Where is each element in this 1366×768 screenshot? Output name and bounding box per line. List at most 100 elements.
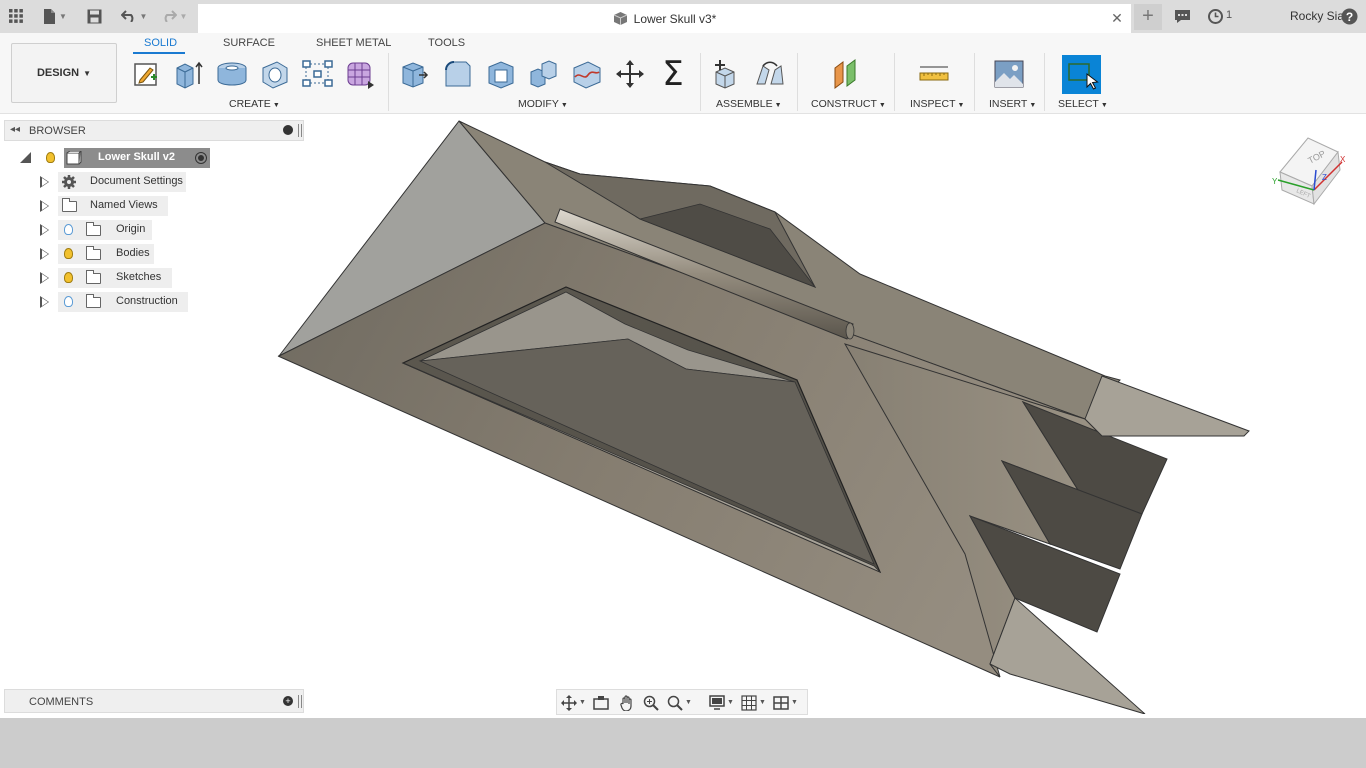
model-tip-upper[interactable]	[1084, 375, 1250, 437]
close-tab-icon[interactable]: ✕	[1109, 10, 1125, 26]
3d-model-viewport[interactable]	[0, 114, 1366, 714]
replace-face-button[interactable]	[569, 55, 605, 93]
browser-item-bodies[interactable]: Bodies	[38, 244, 198, 264]
save-button[interactable]	[85, 5, 103, 27]
view-cube[interactable]: TOP LEFT X Y Z	[1270, 132, 1346, 208]
form-button[interactable]	[343, 55, 379, 93]
tab-tools[interactable]: TOOLS	[428, 37, 465, 49]
measure-button[interactable]	[916, 55, 952, 93]
fit-button[interactable]: ▼	[667, 694, 692, 711]
new-tab-button[interactable]: +	[1134, 4, 1162, 30]
tree-collapsed-icon[interactable]	[40, 176, 49, 188]
comments-panel: COMMENTS +	[4, 689, 304, 713]
look-at-button[interactable]	[593, 694, 609, 711]
orbit-button[interactable]: ▼	[561, 694, 586, 711]
shell-button[interactable]	[483, 55, 519, 93]
zoom-button[interactable]	[643, 694, 659, 711]
chevron-down-icon: ▼	[83, 68, 92, 78]
workspace-switcher[interactable]: DESIGN ▼	[11, 43, 117, 103]
ribbon-divider	[894, 53, 895, 111]
tab-sheet-metal[interactable]: SHEET METAL	[316, 37, 391, 49]
tree-collapsed-icon[interactable]	[40, 272, 49, 284]
app-grid-icon[interactable]	[6, 5, 26, 27]
panel-resize-handle[interactable]	[298, 695, 302, 708]
insert-menu[interactable]: INSERT ▼	[989, 98, 1036, 110]
inspect-menu[interactable]: INSPECT ▼	[910, 98, 964, 110]
image-canvas-icon	[994, 60, 1024, 88]
undo-button[interactable]: ▼	[118, 5, 150, 27]
job-status-button[interactable]	[1206, 5, 1224, 27]
shell-icon	[488, 61, 514, 89]
tree-collapsed-icon[interactable]	[40, 248, 49, 260]
visibility-bulb-icon[interactable]	[64, 248, 73, 259]
visibility-bulb-icon[interactable]	[64, 272, 73, 283]
browser-item-construction[interactable]: Construction	[38, 292, 198, 312]
activate-radio-icon[interactable]	[195, 152, 207, 164]
compute-all-button[interactable]: Σ	[655, 55, 691, 93]
model-rod-end[interactable]	[845, 322, 855, 340]
add-comment-icon[interactable]: +	[283, 696, 293, 706]
select-button[interactable]	[1062, 55, 1101, 94]
new-component-button[interactable]	[708, 55, 744, 93]
browser-item-sketches[interactable]: Sketches	[38, 268, 198, 288]
move-copy-button[interactable]	[612, 55, 648, 93]
pan-button[interactable]	[619, 694, 635, 711]
help-icon: ?	[1341, 8, 1357, 24]
revolve-icon	[217, 62, 247, 86]
display-monitor-icon	[709, 695, 725, 710]
pattern-button[interactable]	[300, 55, 336, 93]
tab-solid[interactable]: SOLID	[144, 37, 177, 49]
create-menu[interactable]: CREATE ▼	[229, 98, 280, 110]
file-menu-button[interactable]: ▼	[40, 5, 70, 27]
visibility-bulb-icon[interactable]	[46, 152, 55, 163]
active-tab-indicator	[133, 52, 185, 54]
grid-settings-button[interactable]: ▼	[741, 694, 766, 711]
browser-item-origin[interactable]: Origin	[38, 220, 198, 240]
viewports-button[interactable]: ▼	[773, 694, 798, 711]
panel-resize-handle[interactable]	[298, 124, 302, 137]
redo-button[interactable]: ▼	[158, 5, 190, 27]
comments-title: COMMENTS	[29, 696, 94, 708]
minimize-panel-icon[interactable]	[283, 125, 293, 135]
tree-collapsed-icon[interactable]	[40, 200, 49, 212]
create-sketch-button[interactable]	[128, 55, 164, 93]
document-tab[interactable]: Lower Skull v3* ✕	[198, 4, 1131, 33]
visibility-bulb-icon[interactable]	[64, 296, 73, 307]
revolve-button[interactable]	[214, 55, 250, 93]
tree-collapsed-icon[interactable]	[40, 296, 49, 308]
collapse-panel-icon[interactable]: ◂◂	[10, 124, 20, 135]
fillet-icon	[445, 61, 471, 87]
combine-button[interactable]	[526, 55, 562, 93]
select-menu[interactable]: SELECT ▼	[1058, 98, 1108, 110]
modify-menu[interactable]: MODIFY ▼	[518, 98, 568, 110]
fillet-button[interactable]	[440, 55, 476, 93]
extrude-button[interactable]	[171, 55, 207, 93]
joint-icon	[756, 61, 784, 85]
display-settings-button[interactable]: ▼	[709, 694, 734, 711]
browser-root-node[interactable]: Lower Skull v2	[20, 148, 220, 168]
construct-menu[interactable]: CONSTRUCT ▼	[811, 98, 886, 110]
tree-collapsed-icon[interactable]	[40, 224, 49, 236]
measure-ruler-icon	[919, 66, 949, 81]
folder-icon	[86, 222, 101, 236]
notifications-button[interactable]	[1172, 5, 1192, 27]
browser-item-document-settings[interactable]: Document Settings	[38, 172, 198, 192]
visibility-bulb-icon[interactable]	[64, 224, 73, 235]
hole-button[interactable]	[257, 55, 293, 93]
tree-expanded-icon[interactable]	[20, 152, 31, 163]
tab-surface[interactable]: SURFACE	[223, 37, 275, 49]
fusion-app-window: ▼ ▼ ▼ Lower Skull v3* ✕ + 1 Rocky Sian ?	[0, 0, 1366, 768]
grid-icon	[741, 694, 757, 711]
joint-button[interactable]	[752, 55, 788, 93]
help-button[interactable]: ?	[1339, 5, 1359, 27]
assemble-menu[interactable]: ASSEMBLE ▼	[716, 98, 782, 110]
offset-plane-button[interactable]	[828, 55, 864, 93]
modify-menu-label: MODIFY	[518, 98, 559, 110]
move-arrows-icon	[616, 60, 644, 88]
press-pull-button[interactable]	[397, 55, 433, 93]
browser-title: BROWSER	[29, 125, 86, 137]
insert-canvas-button[interactable]	[991, 55, 1027, 93]
offset-plane-icon	[834, 59, 856, 89]
browser-item-named-views[interactable]: Named Views	[38, 196, 198, 216]
chat-bubble-icon	[1174, 9, 1190, 23]
